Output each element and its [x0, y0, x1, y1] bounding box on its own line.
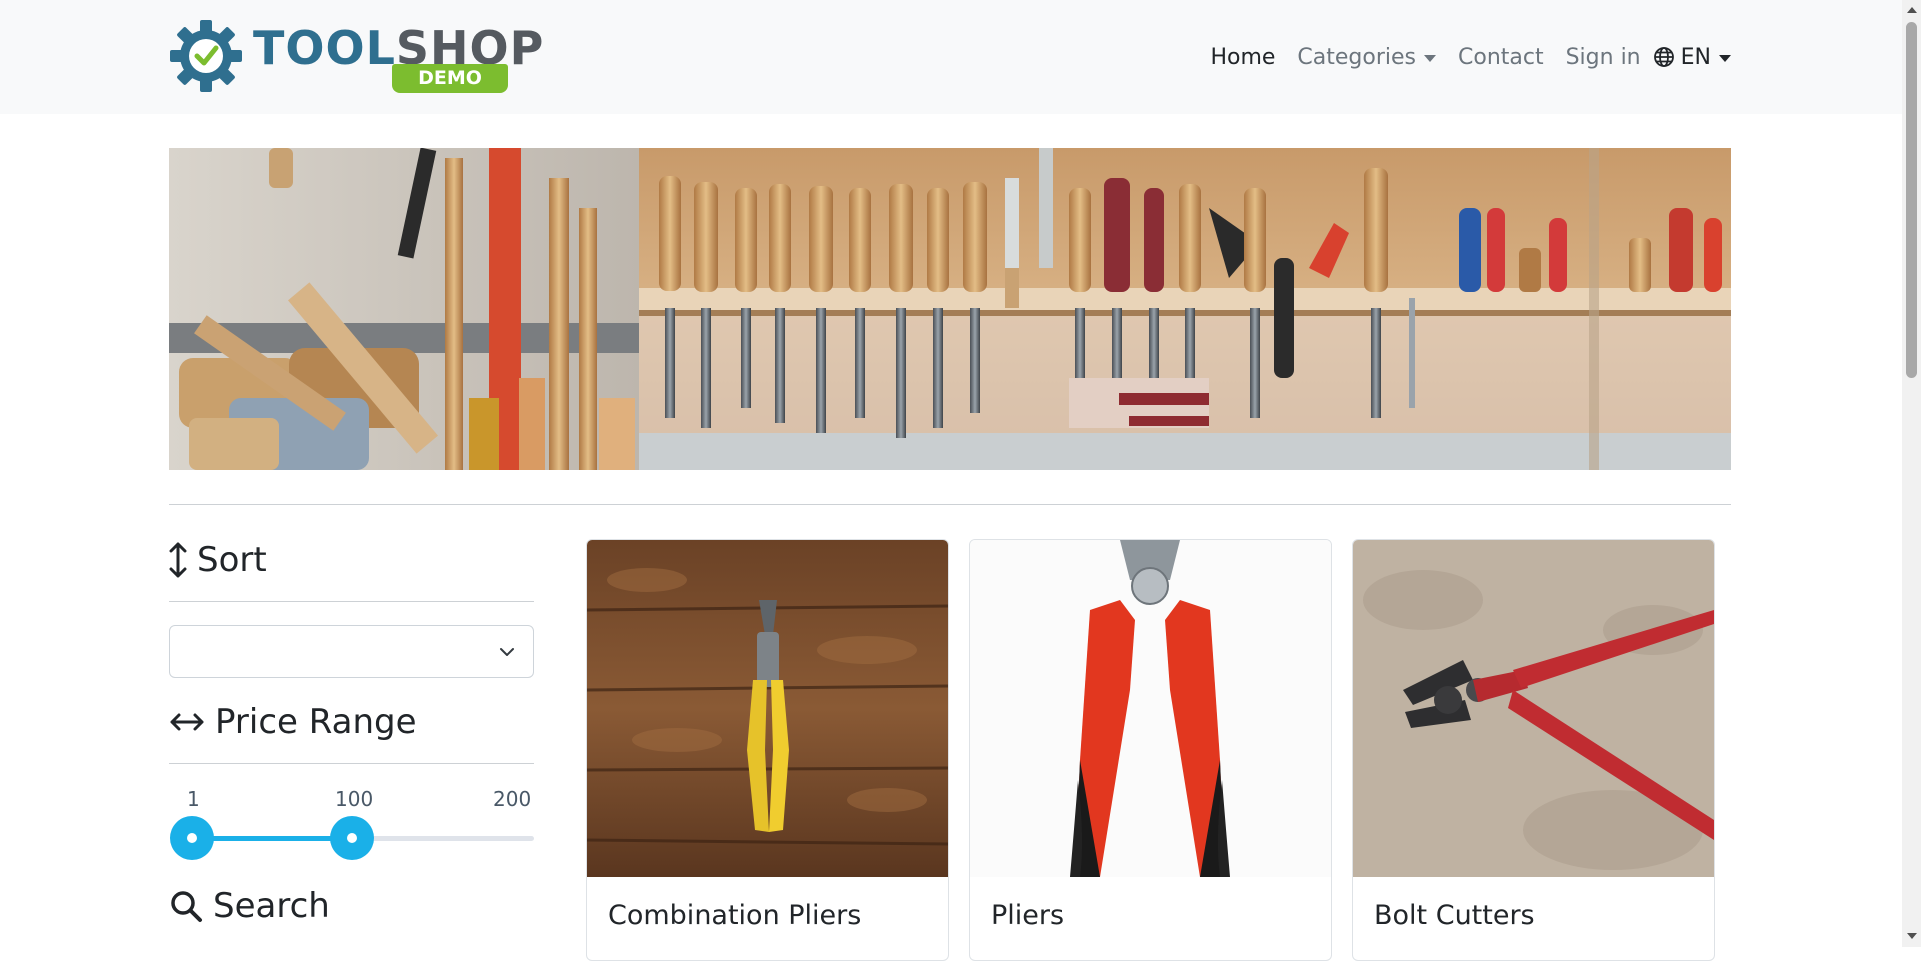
top-navbar: TOOLSHOP DEMO Home Categories Contact Si…	[0, 0, 1902, 114]
slider-low-label: 1	[187, 787, 200, 811]
product-image	[1353, 540, 1714, 877]
product-card-pliers[interactable]: Pliers	[969, 539, 1332, 961]
combination-pliers-image	[587, 540, 948, 877]
arrows-horizontal-icon	[170, 713, 204, 731]
product-title: Bolt Cutters	[1374, 900, 1535, 931]
search-heading: Search	[169, 886, 330, 926]
hero-banner-image	[169, 148, 1731, 470]
globe-icon	[1653, 47, 1674, 67]
nav-categories[interactable]: Categories	[1297, 45, 1436, 70]
price-slider-max-handle[interactable]	[330, 816, 374, 860]
price-range-heading: Price Range	[169, 702, 417, 742]
nav-sign-in[interactable]: Sign in	[1566, 45, 1641, 70]
section-divider	[169, 504, 1731, 505]
tool-wall-illustration	[169, 148, 1731, 470]
price-slider-selection	[192, 836, 352, 841]
scroll-down-arrow-icon[interactable]	[1907, 933, 1917, 939]
product-image	[970, 540, 1331, 877]
product-card-bolt-cutters[interactable]: Bolt Cutters	[1352, 539, 1715, 961]
gear-check-icon	[170, 20, 242, 92]
sort-heading: Sort	[169, 540, 267, 580]
pliers-image	[970, 540, 1331, 877]
product-card-combination-pliers[interactable]: Combination Pliers	[586, 539, 949, 961]
nav-home[interactable]: Home	[1210, 45, 1275, 70]
language-selector[interactable]: EN	[1653, 45, 1731, 70]
caret-down-icon	[1424, 54, 1436, 62]
product-title: Pliers	[991, 900, 1065, 931]
scroll-up-arrow-icon[interactable]	[1907, 7, 1917, 13]
search-heading-label: Search	[213, 886, 330, 926]
main-nav: Home Categories Contact Sign in EN	[1188, 40, 1731, 74]
sort-heading-label: Sort	[197, 540, 267, 580]
demo-badge: DEMO	[392, 64, 508, 93]
caret-down-icon	[1719, 54, 1731, 62]
brand-name-tool: TOOL	[253, 21, 396, 75]
arrows-vertical-icon	[169, 542, 187, 578]
product-image	[587, 540, 948, 877]
product-title: Combination Pliers	[608, 900, 862, 931]
nav-contact[interactable]: Contact	[1458, 45, 1544, 70]
page-scrollbar[interactable]	[1902, 0, 1921, 947]
toolshop-logo[interactable]: TOOLSHOP DEMO	[168, 18, 543, 94]
price-range-heading-label: Price Range	[215, 702, 417, 742]
sort-rule	[169, 601, 534, 602]
bolt-cutters-image	[1353, 540, 1714, 877]
chevron-down-icon	[500, 648, 514, 656]
price-slider-min-handle[interactable]	[170, 816, 214, 860]
slider-max-label: 200	[493, 787, 532, 811]
nav-categories-label: Categories	[1297, 44, 1416, 70]
language-label: EN	[1680, 44, 1711, 70]
slider-high-label: 100	[335, 787, 374, 811]
sort-select[interactable]	[169, 625, 534, 678]
search-icon	[171, 891, 202, 922]
price-range-rule	[169, 763, 534, 764]
scrollbar-thumb[interactable]	[1906, 22, 1917, 378]
